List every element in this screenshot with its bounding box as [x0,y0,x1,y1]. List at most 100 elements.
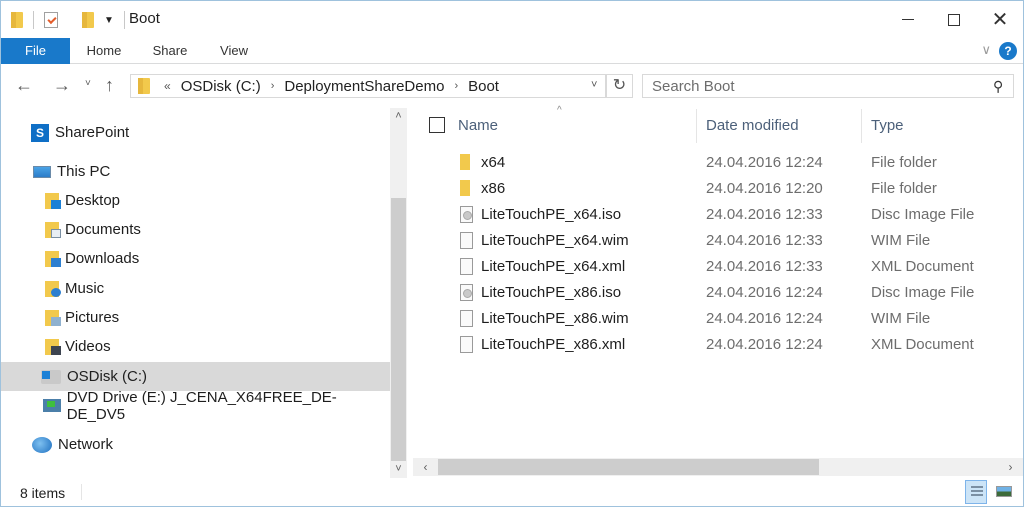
file-explorer-window: ▼ Boot ✕ File Home Share View ∨ ? ← → ˅ … [0,0,1024,507]
up-arrow-icon[interactable]: ↑ [105,75,114,96]
column-header-type[interactable]: Type [871,113,904,139]
navigation-pane: S SharePoint This PC Desktop Documents D… [1,108,390,478]
file-date: 24.04.2016 12:33 [706,232,823,249]
status-divider [81,484,82,500]
navigation-bar: ← → ˅ ↑ « OSDisk (C:) › DeploymentShareD… [1,65,1023,107]
column-divider[interactable] [696,109,697,143]
search-icon[interactable]: ⚲ [993,78,1003,95]
file-type: XML Document [871,336,974,353]
forward-arrow-icon[interactable]: → [53,75,71,96]
customize-dropdown-icon[interactable]: ▼ [104,15,114,26]
close-button[interactable]: ✕ [977,1,1023,38]
breadcrumb-separator-icon[interactable]: › [454,80,458,92]
scroll-down-icon[interactable]: ˅ [390,461,407,478]
file-type: XML Document [871,258,974,275]
maximize-button[interactable] [931,1,977,38]
sharepoint-icon: S [31,123,49,142]
sidebar-item-videos[interactable]: Videos [1,332,390,361]
file-row[interactable]: LiteTouchPE_x64.xml 24.04.2016 12:33 XML… [413,254,1023,280]
file-row[interactable]: LiteTouchPE_x86.xml 24.04.2016 12:24 XML… [413,332,1023,358]
recent-locations-chevron-icon[interactable]: ˅ [85,78,91,89]
file-type: Disc Image File [871,206,975,223]
help-icon[interactable]: ? [999,42,1017,60]
properties-icon[interactable] [44,12,58,28]
close-icon: ✕ [991,9,1009,31]
file-row[interactable]: LiteTouchPE_x86.wim 24.04.2016 12:24 WIM… [413,306,1023,332]
maximize-icon [948,13,960,26]
sidebar-item-network[interactable]: Network [1,430,390,459]
file-row[interactable]: LiteTouchPE_x64.wim 24.04.2016 12:33 WIM… [413,228,1023,254]
file-row[interactable]: LiteTouchPE_x64.iso 24.04.2016 12:33 Dis… [413,202,1023,228]
title-bar: ▼ Boot ✕ [1,1,1023,38]
folder-icon [460,154,470,170]
file-name: LiteTouchPE_x86.iso [481,284,622,301]
search-box: ⚲ [642,74,1014,98]
navigation-pane-scrollbar[interactable]: ˄ ˅ [390,108,407,478]
sidebar-item-pictures[interactable]: Pictures [1,303,390,332]
breadcrumb-item[interactable]: DeploymentShareDemo [284,78,444,95]
minimize-icon [902,19,914,20]
downloads-folder-icon [45,250,61,267]
sidebar-item-documents[interactable]: Documents [1,215,390,244]
column-divider[interactable] [861,109,862,143]
address-bar[interactable]: « OSDisk (C:) › DeploymentShareDemo › Bo… [130,74,606,98]
breadcrumb-item[interactable]: Boot [468,78,499,95]
tab-file[interactable]: File [1,38,70,64]
tab-view[interactable]: View [208,38,260,64]
file-name: LiteTouchPE_x86.xml [481,336,626,353]
ribbon-tabs: File Home Share View ∨ ? [1,38,1023,64]
expand-ribbon-chevron-icon[interactable]: ∨ [981,42,991,58]
sidebar-item-label: Desktop [65,192,121,209]
breadcrumb-separator-icon[interactable]: › [271,80,275,92]
file-row[interactable]: x64 24.04.2016 12:24 File folder [413,150,1023,176]
desktop-folder-icon [45,192,61,209]
tab-home[interactable]: Home [76,38,132,64]
folder-icon [460,180,470,196]
file-date: 24.04.2016 12:24 [706,284,823,301]
file-icon [460,232,473,249]
new-folder-icon[interactable] [82,12,94,28]
sidebar-item-osdisk[interactable]: OSDisk (C:) [1,362,390,391]
file-name: LiteTouchPE_x64.xml [481,258,626,275]
sidebar-item-this-pc[interactable]: This PC [1,157,390,186]
large-icons-view-icon [996,486,1012,497]
file-row[interactable]: x86 24.04.2016 12:20 File folder [413,176,1023,202]
file-row[interactable]: LiteTouchPE_x86.iso 24.04.2016 12:24 Dis… [413,280,1023,306]
select-all-checkbox[interactable] [429,117,445,133]
scrollbar-thumb[interactable] [391,198,406,461]
back-arrow-icon[interactable]: ← [15,75,33,96]
column-header-date-modified[interactable]: Date modified [706,113,799,139]
breadcrumb-overflow-icon[interactable]: « [164,79,171,93]
file-list-horizontal-scrollbar[interactable]: ‹ › [413,458,1023,476]
file-name: x86 [481,180,506,197]
large-icons-view-button[interactable] [993,480,1015,504]
file-date: 24.04.2016 12:33 [706,258,823,275]
column-header-name[interactable]: Name [458,113,498,139]
sidebar-item-desktop[interactable]: Desktop [1,186,390,215]
file-date: 24.04.2016 12:24 [706,310,823,327]
sidebar-item-downloads[interactable]: Downloads [1,244,390,273]
sidebar-item-dvd-drive[interactable]: DVD Drive (E:) J_CENA_X64FREE_DE-DE_DV5 [1,389,390,423]
music-folder-icon [45,280,61,297]
file-type: Disc Image File [871,284,975,301]
refresh-button[interactable]: ↻ [606,74,633,98]
scroll-right-icon[interactable]: › [1002,458,1019,476]
scroll-left-icon[interactable]: ‹ [417,458,434,476]
address-dropdown-icon[interactable]: ˅ [591,79,597,91]
search-input[interactable] [652,77,993,95]
scroll-up-icon[interactable]: ˄ [390,108,407,125]
window-controls: ✕ [885,1,1023,38]
scrollbar-thumb[interactable] [438,459,819,475]
file-list: ^ Name Date modified Type x64 24.04.2016… [413,105,1023,457]
file-type: File folder [871,180,937,197]
sidebar-item-music[interactable]: Music [1,274,390,303]
file-name: LiteTouchPE_x64.iso [481,206,622,223]
item-count: 8 items [20,485,66,501]
file-icon [460,310,473,327]
sidebar-item-sharepoint[interactable]: S SharePoint [1,118,390,147]
details-view-button[interactable] [965,480,987,504]
breadcrumb-item[interactable]: OSDisk (C:) [181,78,261,95]
minimize-button[interactable] [885,1,931,38]
tab-share[interactable]: Share [142,38,198,64]
sidebar-item-label: Music [65,280,105,297]
